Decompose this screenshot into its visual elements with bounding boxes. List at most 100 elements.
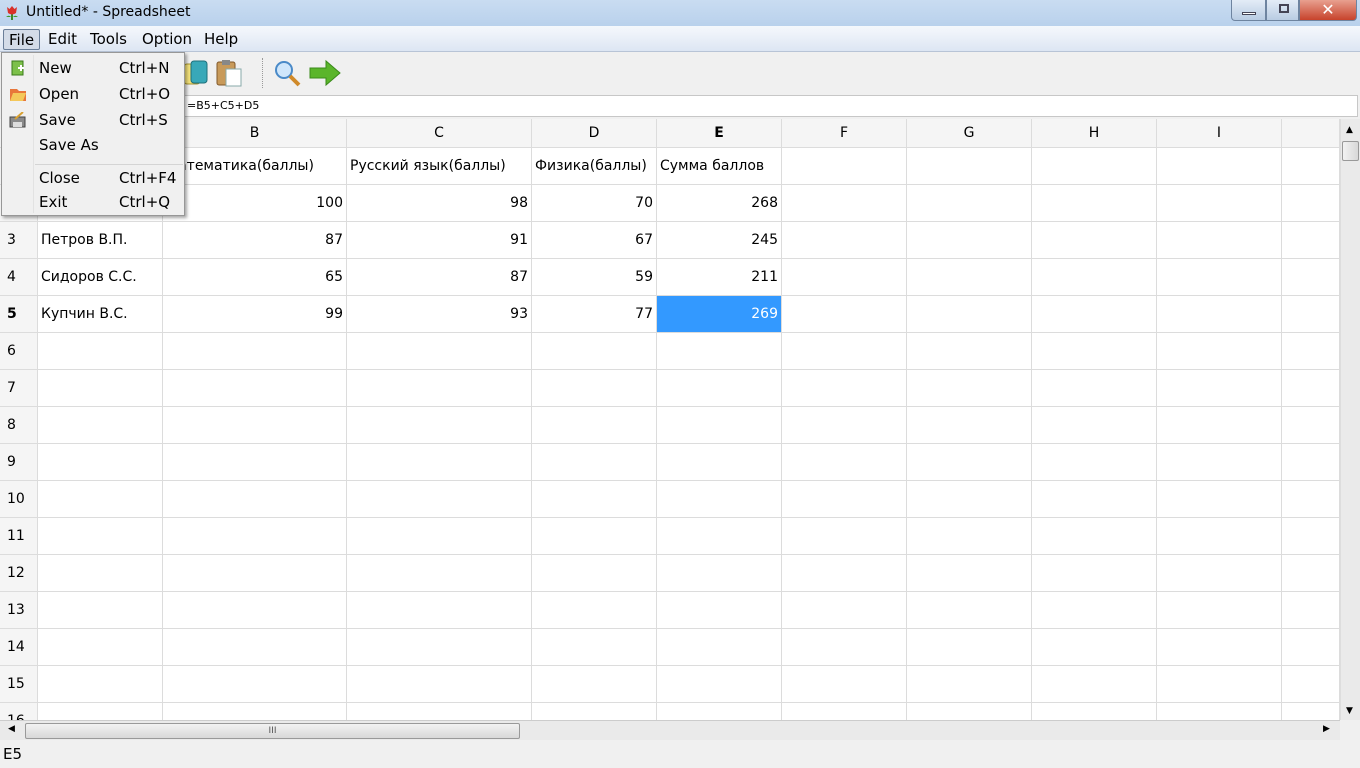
table-cell[interactable]	[1157, 444, 1282, 481]
table-cell[interactable]: Петров В.П.	[38, 222, 163, 259]
table-cell[interactable]	[532, 407, 657, 444]
table-cell[interactable]	[347, 481, 532, 518]
table-cell[interactable]	[347, 518, 532, 555]
table-cell[interactable]	[38, 703, 163, 720]
table-cell[interactable]	[1282, 703, 1340, 720]
table-cell[interactable]	[347, 703, 532, 720]
table-cell[interactable]	[1157, 222, 1282, 259]
table-cell[interactable]	[38, 407, 163, 444]
table-cell[interactable]	[1282, 518, 1340, 555]
table-cell[interactable]: 245	[657, 222, 782, 259]
table-cell[interactable]	[657, 555, 782, 592]
table-cell[interactable]	[347, 666, 532, 703]
table-cell[interactable]	[1157, 370, 1282, 407]
table-cell[interactable]	[1157, 407, 1282, 444]
table-cell[interactable]	[1282, 222, 1340, 259]
table-cell[interactable]	[782, 370, 907, 407]
table-cell[interactable]	[1032, 370, 1157, 407]
table-cell[interactable]: 87	[163, 222, 347, 259]
table-cell[interactable]	[532, 370, 657, 407]
column-header[interactable]: B	[163, 119, 347, 148]
restore-button[interactable]	[1266, 0, 1299, 21]
table-cell[interactable]	[38, 666, 163, 703]
table-cell[interactable]	[1282, 148, 1340, 185]
column-header[interactable]: E	[657, 119, 782, 148]
table-cell[interactable]	[657, 481, 782, 518]
table-cell[interactable]	[1032, 592, 1157, 629]
table-cell[interactable]	[657, 666, 782, 703]
table-cell[interactable]	[782, 407, 907, 444]
table-cell[interactable]	[38, 518, 163, 555]
formula-input[interactable]: =B5+C5+D5	[182, 95, 1358, 117]
menu-help[interactable]: Help	[199, 29, 243, 50]
table-cell[interactable]	[1282, 444, 1340, 481]
table-cell[interactable]	[163, 629, 347, 666]
table-cell[interactable]: 211	[657, 259, 782, 296]
table-cell[interactable]: Сумма баллов	[657, 148, 782, 185]
row-header[interactable]: 11	[0, 518, 38, 555]
scroll-up-icon[interactable]: ▲	[1346, 125, 1353, 135]
horizontal-scroll-thumb[interactable]: III	[25, 723, 520, 739]
table-cell[interactable]	[907, 333, 1032, 370]
table-cell[interactable]	[1282, 185, 1340, 222]
vertical-scrollbar[interactable]: ▲ ▼	[1340, 119, 1360, 720]
menu-item-open[interactable]: Open Ctrl+O	[4, 82, 182, 106]
table-cell[interactable]	[907, 629, 1032, 666]
table-cell[interactable]	[907, 703, 1032, 720]
table-cell[interactable]	[38, 481, 163, 518]
table-cell[interactable]	[532, 666, 657, 703]
table-cell[interactable]	[1032, 296, 1157, 333]
menu-item-save-as[interactable]: Save As	[4, 133, 182, 157]
table-cell[interactable]	[907, 407, 1032, 444]
table-cell[interactable]	[782, 703, 907, 720]
table-cell[interactable]	[38, 444, 163, 481]
table-cell[interactable]	[782, 555, 907, 592]
row-header[interactable]: 6	[0, 333, 38, 370]
column-header[interactable]: G	[907, 119, 1032, 148]
table-cell[interactable]	[1157, 148, 1282, 185]
table-cell[interactable]	[782, 444, 907, 481]
table-cell[interactable]	[532, 333, 657, 370]
table-cell[interactable]	[347, 370, 532, 407]
table-cell[interactable]	[1157, 296, 1282, 333]
table-cell[interactable]	[782, 666, 907, 703]
table-cell[interactable]	[1157, 629, 1282, 666]
table-cell[interactable]	[907, 296, 1032, 333]
table-cell[interactable]	[532, 444, 657, 481]
table-cell[interactable]	[163, 481, 347, 518]
row-header[interactable]: 5	[0, 296, 38, 333]
table-cell[interactable]	[163, 370, 347, 407]
table-cell[interactable]	[657, 444, 782, 481]
scroll-down-icon[interactable]: ▼	[1346, 706, 1353, 716]
table-cell[interactable]	[1282, 296, 1340, 333]
row-header[interactable]: 9	[0, 444, 38, 481]
table-cell[interactable]: 67	[532, 222, 657, 259]
table-cell[interactable]	[657, 703, 782, 720]
table-cell[interactable]	[1157, 666, 1282, 703]
row-header[interactable]: 12	[0, 555, 38, 592]
table-cell[interactable]	[782, 296, 907, 333]
table-cell[interactable]	[907, 185, 1032, 222]
close-window-button[interactable]: ✕	[1299, 0, 1357, 21]
table-cell[interactable]	[163, 518, 347, 555]
table-cell[interactable]	[163, 555, 347, 592]
table-cell[interactable]: 87	[347, 259, 532, 296]
table-cell[interactable]: 77	[532, 296, 657, 333]
table-cell[interactable]	[163, 666, 347, 703]
table-cell[interactable]	[1032, 333, 1157, 370]
table-cell[interactable]	[1282, 592, 1340, 629]
table-cell[interactable]	[347, 444, 532, 481]
table-cell[interactable]	[657, 518, 782, 555]
table-cell[interactable]	[1282, 333, 1340, 370]
menu-item-save[interactable]: Save Ctrl+S	[4, 108, 182, 132]
table-cell[interactable]	[347, 592, 532, 629]
table-cell[interactable]	[347, 629, 532, 666]
vertical-scroll-thumb[interactable]	[1342, 141, 1359, 161]
horizontal-scrollbar[interactable]: ◀ III ▶	[0, 720, 1340, 740]
table-cell[interactable]	[532, 629, 657, 666]
table-cell[interactable]	[1157, 555, 1282, 592]
table-cell[interactable]	[532, 518, 657, 555]
table-cell[interactable]: 100	[163, 185, 347, 222]
column-header[interactable]: C	[347, 119, 532, 148]
scroll-left-icon[interactable]: ◀	[8, 724, 15, 734]
